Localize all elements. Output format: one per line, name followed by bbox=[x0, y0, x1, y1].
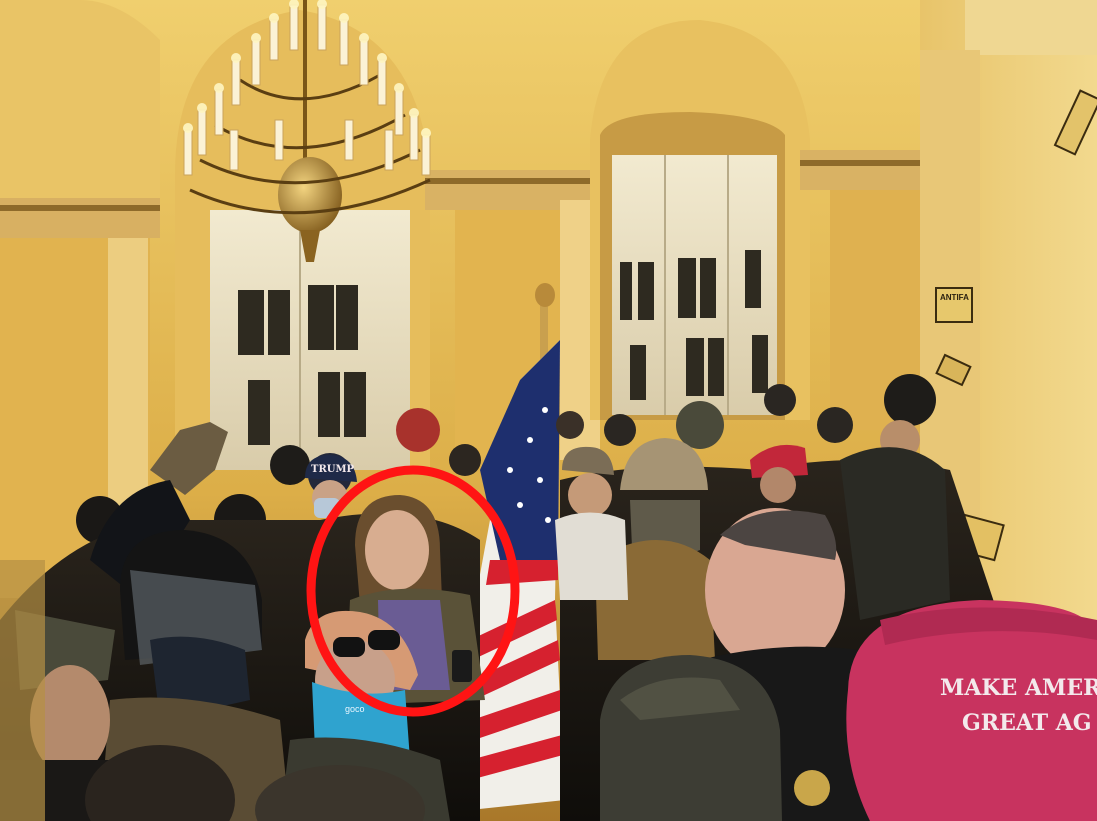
trump-cap-text: TRUMP bbox=[311, 464, 355, 475]
camo-cap-foreground bbox=[600, 655, 782, 821]
gaiter-text: goco bbox=[345, 704, 365, 714]
maga-hat-line1: MAKE AMER bbox=[940, 675, 1097, 701]
maga-hat-line2: GREAT AG bbox=[962, 710, 1092, 736]
right-door bbox=[612, 155, 777, 415]
photo-scene: ANTIFA TRUMP goco MAKE AMER GREAT AG bbox=[0, 0, 1097, 821]
antifa-sticker-text: ANTIFA bbox=[940, 293, 969, 302]
maga-hat-large: MAKE AMER GREAT AG bbox=[846, 600, 1097, 821]
